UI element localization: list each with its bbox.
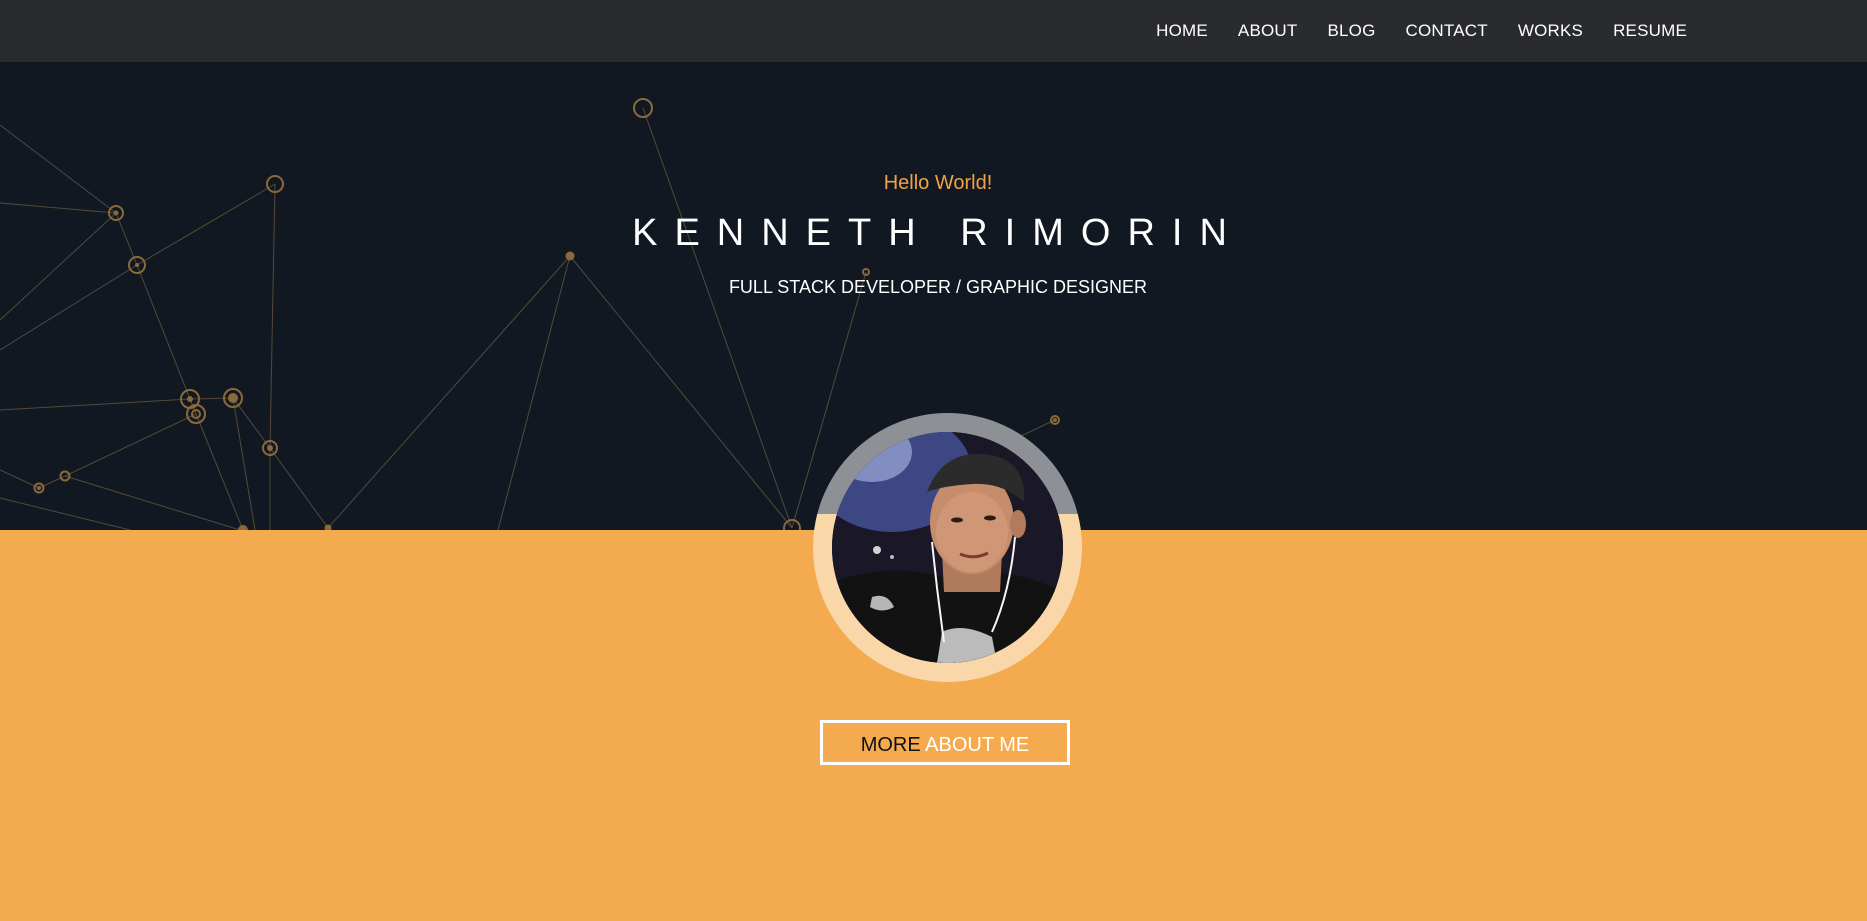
nav-item-resume[interactable]: RESUME (1613, 21, 1687, 41)
more-about-me-button-rest: ABOUT ME (925, 734, 1030, 756)
nav-item-blog[interactable]: BLOG (1327, 21, 1375, 41)
avatar-frame (813, 413, 1082, 682)
hero-greeting: Hello World! (883, 172, 993, 194)
profile-photo (832, 432, 1063, 663)
nav-item-home[interactable]: HOME (1156, 21, 1208, 41)
more-about-me-button-first-word: MORE (860, 734, 921, 756)
nav-item-works[interactable]: WORKS (1518, 21, 1583, 41)
navbar: HOME ABOUT BLOG CONTACT WORKS RESUME (0, 0, 1867, 62)
hero-name: KENNETH RIMORIN (632, 212, 1244, 254)
nav-item-contact[interactable]: CONTACT (1406, 21, 1488, 41)
page: HOME ABOUT BLOG CONTACT WORKS RESUME Hel… (0, 0, 1867, 921)
hero-role: FULL STACK DEVELOPER / GRAPHIC DESIGNER (728, 277, 1148, 297)
avatar (832, 432, 1063, 663)
nav-item-about[interactable]: ABOUT (1238, 21, 1298, 41)
more-about-me-button[interactable]: MORE ABOUT ME (820, 720, 1070, 765)
nav-links: HOME ABOUT BLOG CONTACT WORKS RESUME (1156, 0, 1687, 62)
